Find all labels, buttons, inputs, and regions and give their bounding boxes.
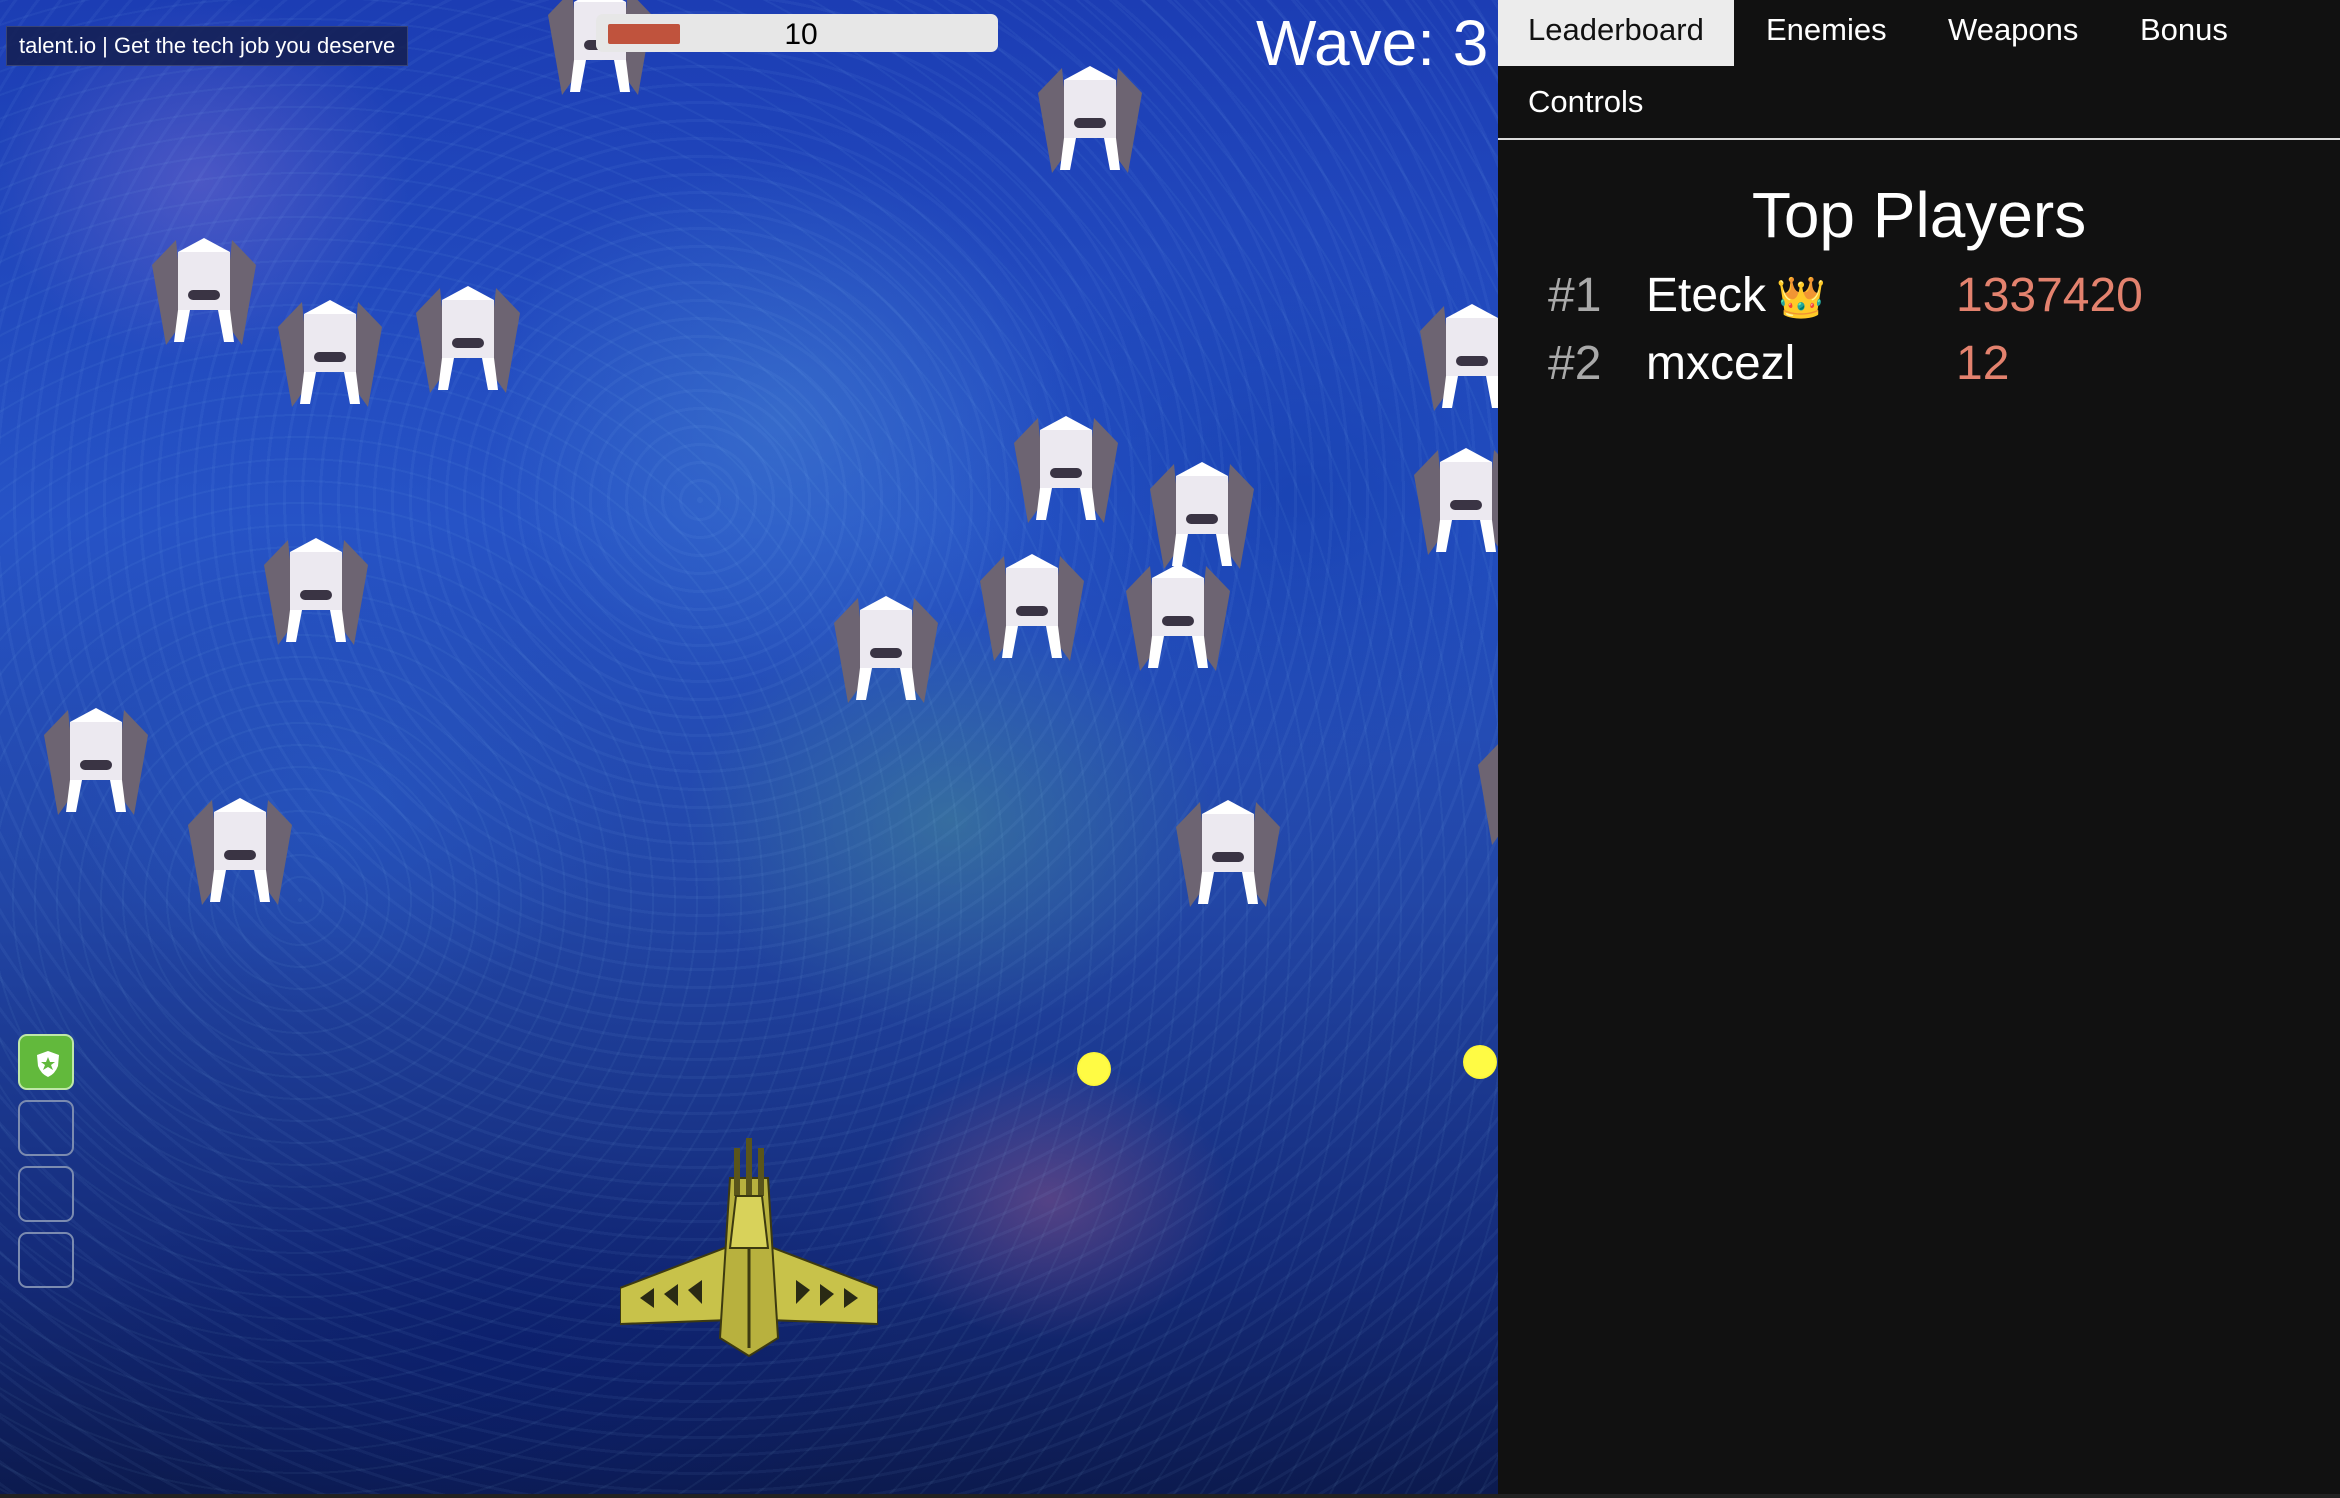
enemy-ship bbox=[1168, 792, 1288, 912]
shield-star-icon bbox=[37, 1051, 59, 1077]
enemy-ship bbox=[1030, 58, 1150, 178]
wave-counter: Wave: 3 bbox=[1256, 7, 1489, 79]
health-value: 10 bbox=[784, 18, 818, 51]
player-score: 12 bbox=[1956, 337, 2010, 390]
powerup-slot-2 bbox=[18, 1100, 74, 1156]
enemy-bullet bbox=[1077, 1052, 1111, 1086]
tab-bonus[interactable]: Bonus bbox=[2110, 0, 2258, 66]
player-rank: #1 bbox=[1548, 269, 1602, 322]
enemy-ship bbox=[180, 790, 300, 910]
player-ship bbox=[620, 1138, 878, 1358]
player-name: Eteck 👑 bbox=[1646, 268, 1826, 323]
leaderboard-title: Top Players bbox=[1751, 179, 2087, 251]
enemy-bullet bbox=[1463, 1045, 1497, 1079]
enemy-ship bbox=[1406, 440, 1498, 560]
bottom-border bbox=[0, 1494, 2340, 1498]
player-name: mxcezl bbox=[1646, 337, 1796, 390]
info-panel: Leaderboard Enemies Weapons Bonus Contro… bbox=[1498, 0, 2340, 1498]
tab-controls[interactable]: Controls bbox=[1498, 72, 1673, 138]
enemy-ship bbox=[972, 546, 1092, 666]
enemy-ship bbox=[1006, 408, 1126, 528]
enemy-ship bbox=[1470, 730, 1498, 850]
leaderboard-row: #1 Eteck 👑 1337420 bbox=[1498, 268, 2340, 328]
player-rank: #2 bbox=[1548, 337, 1602, 390]
enemy-ship bbox=[1412, 296, 1498, 416]
tab-leaderboard[interactable]: Leaderboard bbox=[1498, 0, 1734, 66]
powerup-slot-3 bbox=[18, 1166, 74, 1222]
game-canvas[interactable]: talent.io | Get the tech job you deserve… bbox=[0, 0, 1498, 1498]
powerup-slot-1 bbox=[18, 1034, 74, 1090]
health-bar: 10 bbox=[596, 14, 998, 52]
tab-bar: Leaderboard Enemies Weapons Bonus Contro… bbox=[1498, 0, 2340, 140]
player-name-text: Eteck bbox=[1646, 269, 1767, 322]
player-score: 1337420 bbox=[1956, 269, 2143, 322]
enemy-ship bbox=[270, 292, 390, 412]
sponsor-banner[interactable]: talent.io | Get the tech job you deserve bbox=[6, 26, 409, 66]
enemy-ship bbox=[826, 588, 946, 708]
tab-enemies[interactable]: Enemies bbox=[1736, 0, 1917, 66]
enemy-ship bbox=[1118, 556, 1238, 676]
enemy-ship bbox=[408, 278, 528, 398]
powerup-slot-4 bbox=[18, 1232, 74, 1288]
enemy-ship bbox=[36, 700, 156, 820]
crown-icon: 👑 bbox=[1776, 276, 1826, 320]
enemy-ship bbox=[256, 530, 376, 650]
enemy-ship bbox=[144, 230, 264, 350]
leaderboard-row: #2 mxcezl 12 bbox=[1498, 336, 2340, 396]
tab-weapons[interactable]: Weapons bbox=[1918, 0, 2108, 66]
